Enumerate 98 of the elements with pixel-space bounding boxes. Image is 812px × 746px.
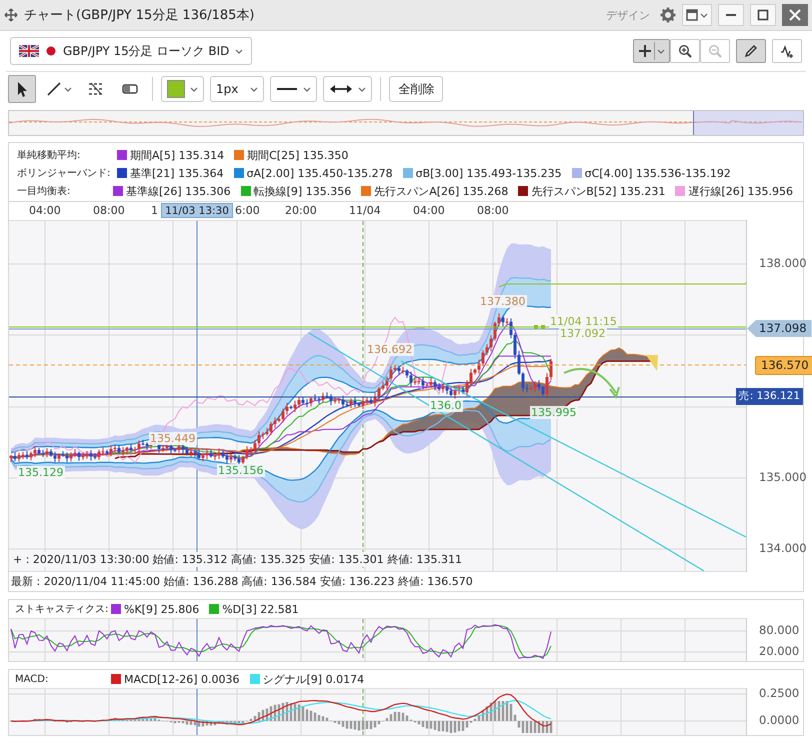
zoom-out-icon: [708, 44, 722, 58]
curved-arrow: [563, 368, 620, 398]
price-annotation: 11/04 11:15: [549, 315, 618, 328]
crosshair-button[interactable]: [633, 39, 670, 63]
price-annotation: 136.0: [429, 399, 462, 412]
symbol-dropdown[interactable]: GBP/JPY 15分足 ローソク BID: [10, 37, 252, 65]
time-label: 08:00: [477, 204, 509, 217]
bid-price-tag: 売: 136.121: [736, 388, 803, 405]
crosshair-line: [196, 689, 198, 735]
caret-icon: [235, 48, 244, 54]
price-annotation: 137.380: [479, 295, 526, 308]
maximize-icon: [757, 9, 769, 21]
triangle-marker: [646, 355, 658, 371]
cursor-ohlc-info: + : 2020/11/03 13:30:00 始値: 135.312 高値: 135.325 安値: 135.301 終値: 135.311: [13, 552, 462, 567]
axis-label: 80.000: [759, 623, 800, 637]
price-annotation: 135.129: [17, 466, 64, 479]
indicator-label: MACD:: [15, 674, 50, 684]
symbol-label: GBP/JPY 15分足 ローソク BID: [63, 42, 230, 60]
dashed-vertical-line: [362, 689, 364, 735]
add-indicator-button[interactable]: [772, 39, 802, 63]
indicator-value: 先行スパンB[52] 135.231: [531, 184, 666, 198]
indicator-value: σA[2.00] 135.450-135.278: [246, 166, 393, 180]
latest-ohlc-info: 最新 : 2020/11/04 11:45:00 始値: 136.288 高値: 136.584 安値: 136.223 終値: 136.570: [10, 574, 474, 590]
price-annotation: 136.692: [366, 343, 414, 356]
crosshair-time-label: 11/03 13:30: [161, 203, 233, 218]
time-label: 04:00: [29, 204, 61, 217]
gear-icon: [660, 7, 676, 23]
maximize-button[interactable]: [750, 4, 776, 26]
price-axis-label: 135.000: [759, 470, 807, 484]
price-axis-label: 138.000: [759, 256, 807, 270]
time-label: 04:00: [413, 204, 445, 217]
line-width-dropdown[interactable]: 1px: [210, 76, 264, 102]
wave-plus-icon: [780, 44, 794, 58]
dashed-vertical-line: [362, 619, 364, 661]
time-label: 20:00: [285, 204, 317, 217]
move-icon: [4, 8, 18, 22]
last-price-tag: 136.570: [755, 356, 812, 375]
axis-label: 0.2500: [759, 686, 800, 700]
price-annotation: 135.156: [217, 464, 264, 477]
indicator-value: σB[3.00] 135.493-135.235: [416, 166, 562, 180]
indicator-value: MACD[12-26] 0.0036: [124, 672, 240, 686]
indicator-value: シグナル[9] 0.0174: [262, 672, 364, 686]
indicator-value: 期間A[5] 135.314: [130, 148, 224, 162]
caret-icon: [358, 86, 366, 92]
window-title: チャート(GBP/JPY 15分足 136/185本): [24, 7, 254, 24]
time-label: 6:00: [235, 204, 260, 217]
pointer-tool[interactable]: [8, 75, 36, 103]
indicator-value: %K[9] 25.806: [124, 602, 200, 616]
dashed-lines-icon: [88, 81, 104, 97]
indicator-value: 先行スパンA[26] 135.268: [374, 184, 508, 198]
japan-flag-icon: [45, 45, 57, 57]
minimize-button[interactable]: [718, 4, 744, 26]
indicator-value: 転換線[9] 135.356: [254, 184, 352, 198]
double-arrow-icon: [329, 84, 354, 94]
indicator-label: ボリンジャーバンド:: [17, 167, 112, 180]
caret-icon: [64, 86, 72, 92]
price-annotation: 135.449: [149, 432, 196, 445]
indicator-value: %D[3] 22.581: [222, 602, 299, 616]
close-icon: [789, 9, 801, 21]
indicator-value: σC[4.00] 135.536-135.192: [584, 166, 731, 180]
line-price-tag: 137.098: [747, 320, 812, 337]
price-axis-label: 134.000: [759, 541, 807, 555]
time-label: 11/04: [349, 204, 381, 217]
close-button[interactable]: [782, 4, 808, 26]
pencil-icon: [744, 44, 758, 58]
caret-icon: [190, 86, 198, 92]
indicator-label: 単純移動平均:: [17, 149, 82, 162]
clear-all-button[interactable]: 全削除: [389, 76, 444, 102]
layout-dropdown[interactable]: [682, 4, 712, 26]
time-label: 08:00: [93, 204, 125, 217]
time-label: 1: [151, 204, 158, 217]
line-icon: [46, 81, 62, 97]
uk-flag-icon: [19, 45, 39, 57]
indicator-label: ストキャスティクス:: [15, 603, 110, 616]
axis-label: 20.000: [759, 644, 800, 658]
axis-label: 0.0000: [759, 713, 800, 727]
zoom-in-button[interactable]: [670, 39, 700, 63]
caret-icon: [657, 48, 665, 54]
crosshair-line: [196, 619, 198, 661]
caret-icon: [250, 86, 258, 92]
indicator-value: 期間C[25] 135.350: [247, 148, 348, 162]
arrow-style-dropdown[interactable]: [323, 76, 372, 102]
minimize-icon: [725, 14, 737, 16]
settings-button[interactable]: [660, 7, 676, 23]
price-annotation: 137.092: [559, 327, 606, 340]
window-icon: [686, 9, 698, 21]
draw-button[interactable]: [736, 39, 766, 63]
caret-icon: [700, 12, 708, 18]
caret-icon: [303, 86, 312, 92]
indicator-value: 基準線[26] 135.306: [126, 184, 231, 198]
indicator-label: 一目均衡表:: [17, 184, 72, 198]
zoom-in-icon: [678, 44, 692, 58]
indicator-value: 基準[21] 135.364: [130, 166, 224, 180]
price-annotation: 135.995: [530, 406, 578, 419]
indicator-value: 遅行線[26] 135.956: [688, 184, 793, 198]
color-dropdown[interactable]: [161, 76, 204, 102]
line-style-dropdown[interactable]: [270, 76, 318, 102]
plus-icon: [638, 44, 652, 58]
